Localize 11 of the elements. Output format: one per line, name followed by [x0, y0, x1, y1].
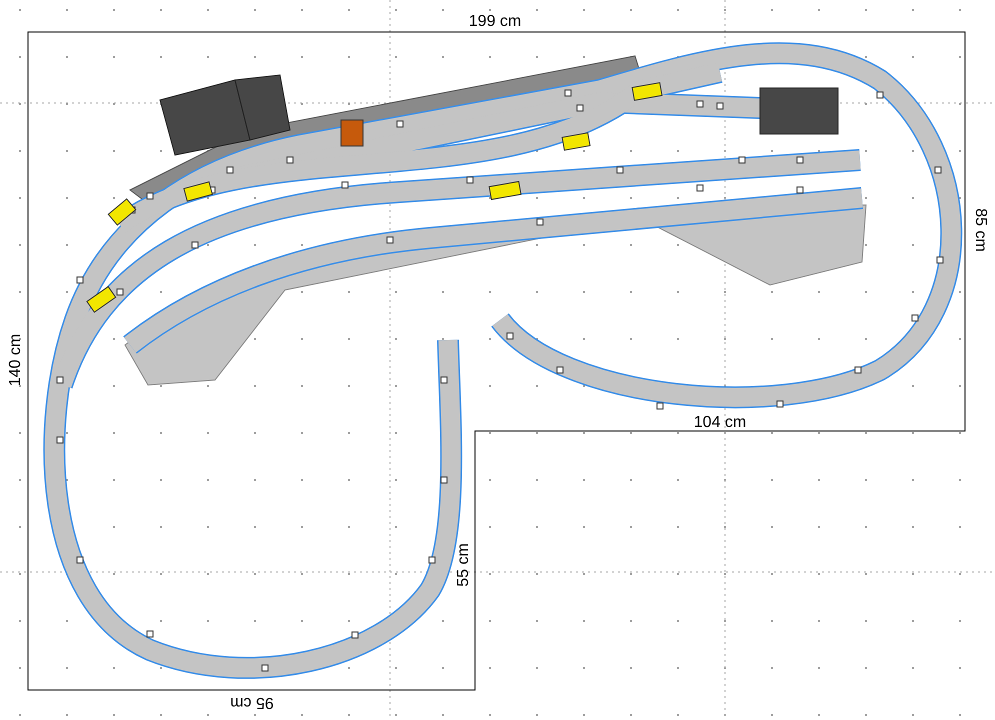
- dimension-label: 199 cm: [468, 13, 522, 30]
- signal-icon: [488, 180, 522, 200]
- dimension-label: 140 cm: [7, 334, 24, 386]
- dimension-label: 95 cm: [230, 694, 274, 711]
- dimension-label: 55 cm: [455, 543, 472, 587]
- signal-icon: [183, 181, 213, 202]
- signal-icon: [632, 82, 663, 101]
- dimension-label: 104 cm: [694, 414, 746, 431]
- dimension-label: 85 cm: [972, 208, 989, 252]
- track-block-drawing: [340, 120, 364, 146]
- signal-icon: [562, 132, 591, 151]
